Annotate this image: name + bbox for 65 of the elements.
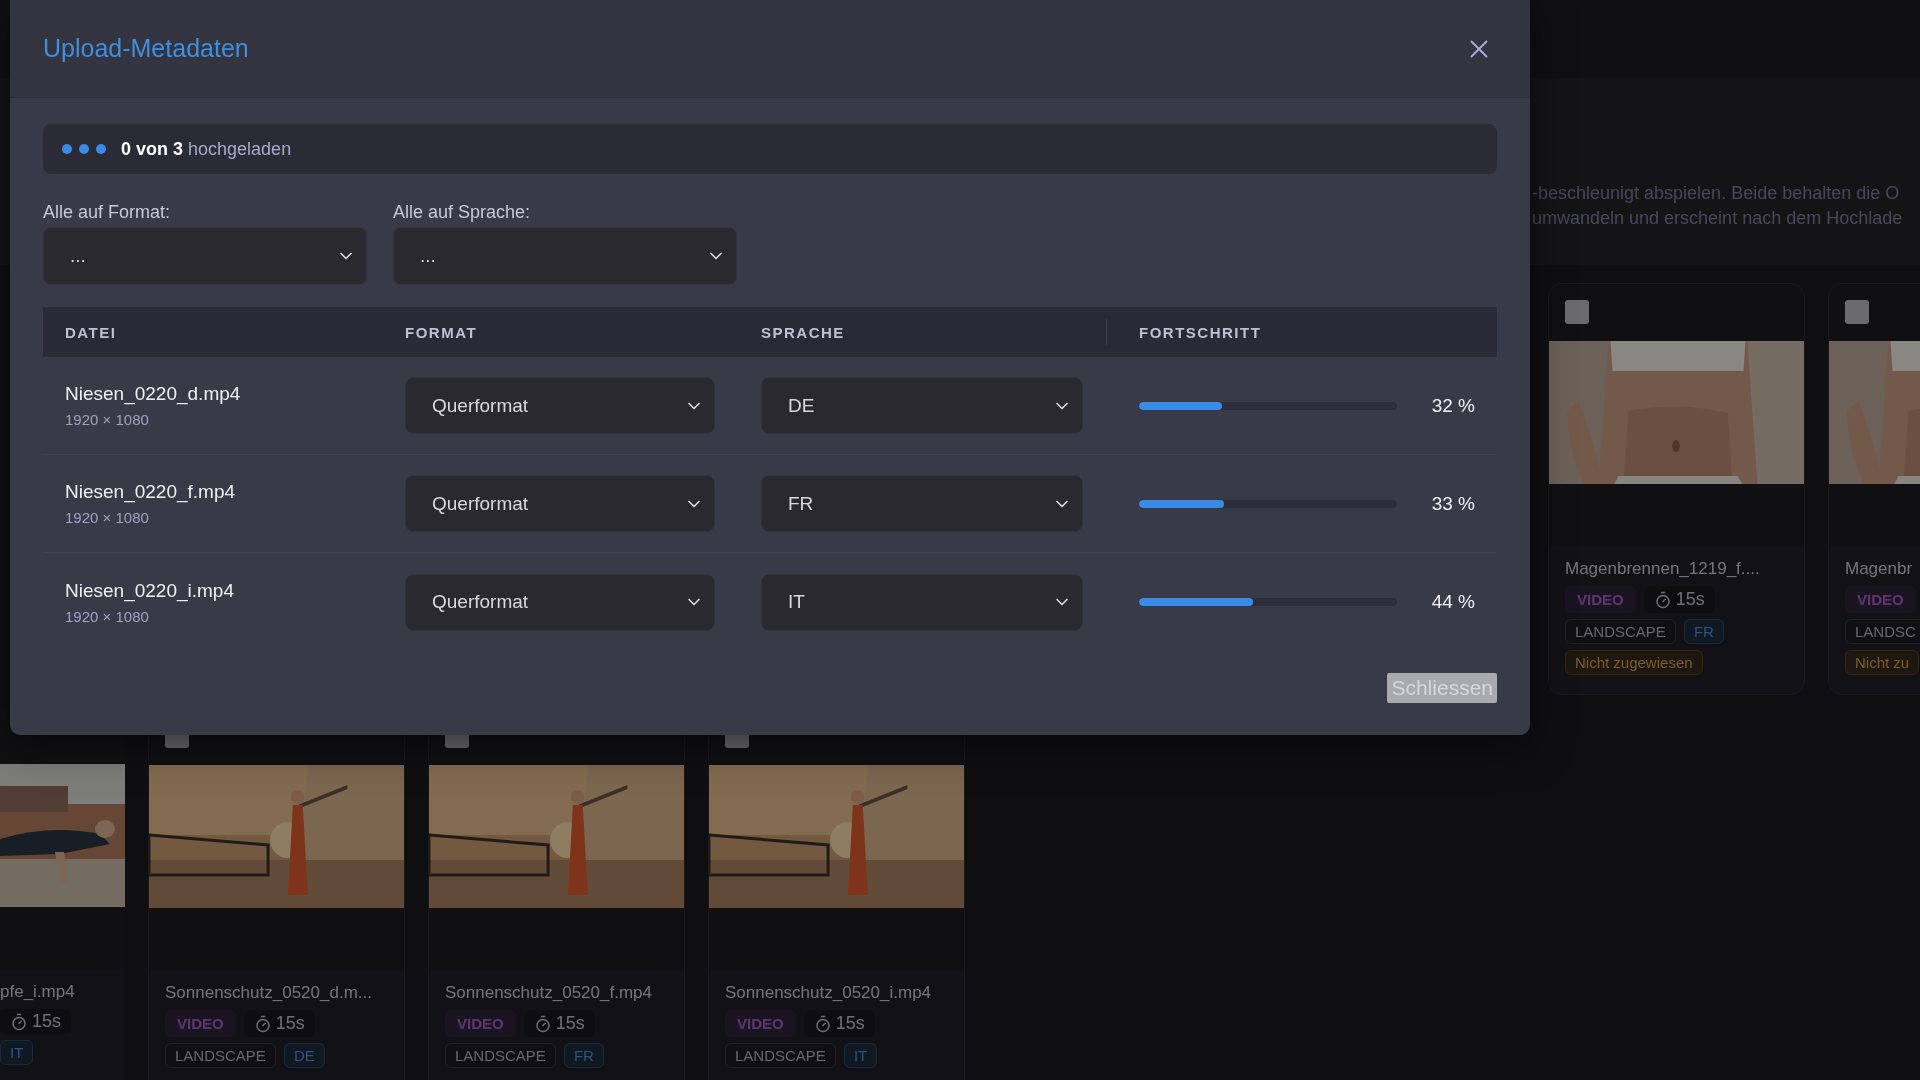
type-badge: VIDEO <box>445 1010 516 1037</box>
timer-icon <box>533 1014 552 1033</box>
video-title: Sonnenschutz_0520_d.m... <box>165 982 373 1004</box>
language-tag: FR <box>563 1043 604 1068</box>
timer-icon <box>1653 590 1672 609</box>
checkbox[interactable] <box>1845 300 1869 324</box>
language-tag: DE <box>283 1043 325 1068</box>
duration-text: 15s <box>275 1013 305 1034</box>
description-text: -beschleunigt abspielen. Beide behalten die O <box>1532 183 1901 204</box>
resolution-text: 1920 × 1080 <box>65 411 150 428</box>
duration-text: 15s <box>835 1013 865 1034</box>
timer-icon <box>253 1014 272 1033</box>
loading-dots-icon <box>61 143 107 155</box>
bulk-format-select[interactable]: ... <box>43 227 367 285</box>
bulk-language-select[interactable]: ... <box>393 227 737 285</box>
checkbox[interactable] <box>1565 300 1589 324</box>
format-select[interactable]: Querformat <box>405 475 715 532</box>
timer-icon <box>10 1012 28 1031</box>
language-tag: FR <box>1683 619 1724 644</box>
video-title: Magenbr <box>1845 558 1914 580</box>
language-select[interactable]: FR <box>761 475 1083 532</box>
video-title: Sonnenschutz_0520_f.mp4 <box>445 982 653 1004</box>
format-tag: LANDSC <box>1845 619 1920 644</box>
duration-text: 15s <box>1675 589 1705 610</box>
file-name: Niesen_0220_i.mp4 <box>65 579 235 602</box>
resolution-text: 1920 × 1080 <box>65 607 150 625</box>
progress-percent: 33 % <box>1431 492 1475 515</box>
format-tag: LANDSCAPE <box>445 1043 556 1068</box>
bulk-label: Alle auf Sprache: <box>393 202 532 223</box>
type-badge: VIDEO <box>165 1010 236 1037</box>
column-header: FORMAT <box>405 323 479 341</box>
file-name: Niesen_0220_d.mp4 <box>65 383 242 405</box>
progress-percent: 32 % <box>1431 394 1475 417</box>
duration-text: 15s <box>555 1013 585 1034</box>
description-text: umwandeln und erscheint nach dem Hochlade <box>1532 208 1904 229</box>
column-header: FORTSCHRITT <box>1138 323 1263 341</box>
format-tag: LANDSCAPE <box>165 1043 276 1068</box>
resolution-text: 1920 × 1080 <box>65 509 150 526</box>
type-badge: VIDEO <box>725 1010 796 1037</box>
column-header: DATEI <box>65 323 118 341</box>
format-select[interactable]: Querformat <box>405 573 715 631</box>
duration-text: 15s <box>32 1011 62 1032</box>
video-card[interactable]: Magenbrennen_1219_f.... VIDEO 15s LANDSCAPE FR Nicht zugewiesen <box>1548 283 1805 695</box>
timer-icon <box>813 1014 832 1033</box>
format-select[interactable]: Querformat <box>405 377 715 434</box>
type-badge: VIDEO <box>1565 586 1636 613</box>
upload-status-text: 0 von 3 hochgeladen <box>121 138 292 160</box>
type-badge: VIDEO <box>1845 586 1916 613</box>
language-select[interactable]: IT <box>761 573 1083 631</box>
video-title: Sonnenschutz_0520_i.mp4 <box>725 982 933 1004</box>
bulk-label: Alle auf Format: <box>43 202 172 223</box>
language-tag: IT <box>843 1043 878 1068</box>
file-name: Niesen_0220_f.mp4 <box>65 481 237 503</box>
video-title: pfe_i.mp4 <box>0 981 76 1003</box>
video-title: Magenbrennen_1219_f.... <box>1565 558 1761 580</box>
column-header: SPRACHE <box>761 323 846 341</box>
language-tag: IT <box>0 1040 34 1065</box>
language-select[interactable]: DE <box>761 377 1083 434</box>
format-tag: LANDSCAPE <box>1565 619 1676 644</box>
video-card[interactable]: Magenbr VIDEO LANDSC Nicht zu <box>1828 283 1920 695</box>
status-tag: Nicht zugewiesen <box>1565 650 1703 675</box>
dialog-title: Upload-Metadaten <box>43 34 249 63</box>
progress-percent: 44 % <box>1431 591 1475 613</box>
format-tag: LANDSCAPE <box>725 1043 836 1068</box>
status-tag: Nicht zu <box>1845 650 1920 675</box>
